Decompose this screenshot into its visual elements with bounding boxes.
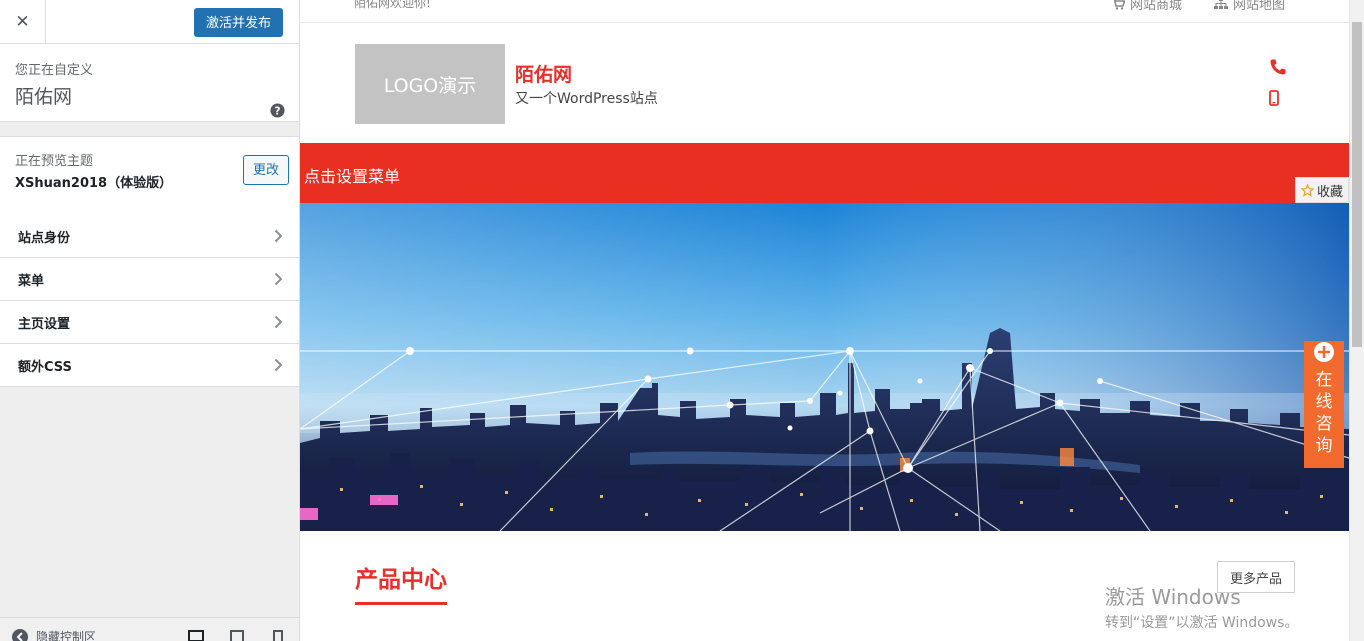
- customizing-label: 您正在自定义: [15, 63, 94, 78]
- site-info: 您正在自定义 陌佑网 ?: [0, 44, 299, 122]
- plus-circle-icon: [1314, 342, 1334, 362]
- bookmark-label: 收藏: [1316, 184, 1343, 200]
- cart-icon: [1113, 0, 1125, 10]
- main-navbar: 点击设置菜单: [300, 143, 1349, 203]
- sitemap-icon: [1213, 0, 1228, 9]
- section-label: 菜单: [18, 273, 45, 289]
- site-tagline: 又一个WordPress站点: [515, 91, 658, 107]
- sitemap-link[interactable]: 网站地图: [1213, 0, 1285, 13]
- topbar-links: 网站商城 网站地图: [1112, 0, 1285, 13]
- section-label: 主页设置: [18, 316, 71, 332]
- online-consult-widget[interactable]: 在线咨询: [1304, 341, 1344, 468]
- theme-section: 正在预览主题 XShuan2018（体验版） 更改: [0, 136, 299, 216]
- hero-banner: [300, 203, 1349, 531]
- section-label: 站点身份: [18, 230, 71, 246]
- bookmark-button[interactable]: 收藏: [1294, 177, 1349, 203]
- hide-controls-label: 隐藏控制区: [36, 630, 97, 641]
- section-label: 额外CSS: [18, 359, 72, 375]
- activate-subtitle: 转到“设置”以激活 Windows。: [1105, 615, 1299, 631]
- phone-icon: [1270, 59, 1286, 75]
- site-name: 陌佑网: [15, 86, 73, 108]
- hide-controls-button[interactable]: 隐藏控制区: [12, 628, 96, 641]
- site-preview: 陌佑网欢迎你! 网站商城 网站地图 LOGO演示 陌佑网 又一个WordPres…: [300, 0, 1349, 641]
- welcome-text: 陌佑网欢迎你!: [354, 0, 431, 10]
- close-icon[interactable]: ✕: [0, 0, 46, 44]
- collapse-icon: [12, 628, 28, 641]
- site-logo[interactable]: LOGO演示: [355, 44, 505, 124]
- customizer-panel: ✕ 激活并发布 您正在自定义 陌佑网 ? 正在预览主题 XShuan2018（体…: [0, 0, 300, 641]
- svg-text:?: ?: [275, 105, 281, 117]
- site-title[interactable]: 陌佑网: [515, 60, 572, 87]
- section-homepage-settings[interactable]: 主页设置: [0, 301, 299, 344]
- panel-footer: 隐藏控制区: [0, 617, 299, 641]
- products-section-title: 产品中心: [355, 560, 447, 605]
- chevron-right-icon: [274, 315, 283, 329]
- activate-windows-watermark: 激活 Windows 转到“设置”以激活 Windows。: [1105, 581, 1298, 632]
- shop-link[interactable]: 网站商城: [1112, 0, 1182, 13]
- mobile-phone-icon: [1269, 90, 1279, 106]
- consult-label: 在线咨询: [1315, 370, 1333, 456]
- star-icon: [1300, 183, 1314, 197]
- help-icon[interactable]: ?: [270, 103, 285, 122]
- panel-header: ✕ 激活并发布: [0, 0, 299, 44]
- mobile-icon[interactable]: [273, 630, 283, 641]
- section-additional-css[interactable]: 额外CSS: [0, 344, 299, 387]
- section-list: 站点身份 菜单 主页设置 额外CSS: [0, 215, 299, 387]
- section-menus[interactable]: 菜单: [0, 258, 299, 301]
- tablet-icon[interactable]: [230, 630, 244, 641]
- chevron-right-icon: [274, 358, 283, 372]
- scroll-thumb[interactable]: [1352, 22, 1362, 347]
- chevron-right-icon: [274, 272, 283, 286]
- nav-set-menu-link[interactable]: 点击设置菜单: [304, 163, 400, 187]
- preview-scrollbar[interactable]: [1349, 0, 1364, 641]
- chevron-right-icon: [274, 229, 283, 243]
- section-site-identity[interactable]: 站点身份: [0, 215, 299, 258]
- site-topbar: 陌佑网欢迎你! 网站商城 网站地图: [300, 0, 1349, 23]
- change-theme-button[interactable]: 更改: [242, 155, 289, 185]
- publish-button[interactable]: 激活并发布: [193, 8, 283, 37]
- activate-title: 激活 Windows: [1105, 585, 1241, 609]
- desktop-icon[interactable]: [188, 630, 204, 641]
